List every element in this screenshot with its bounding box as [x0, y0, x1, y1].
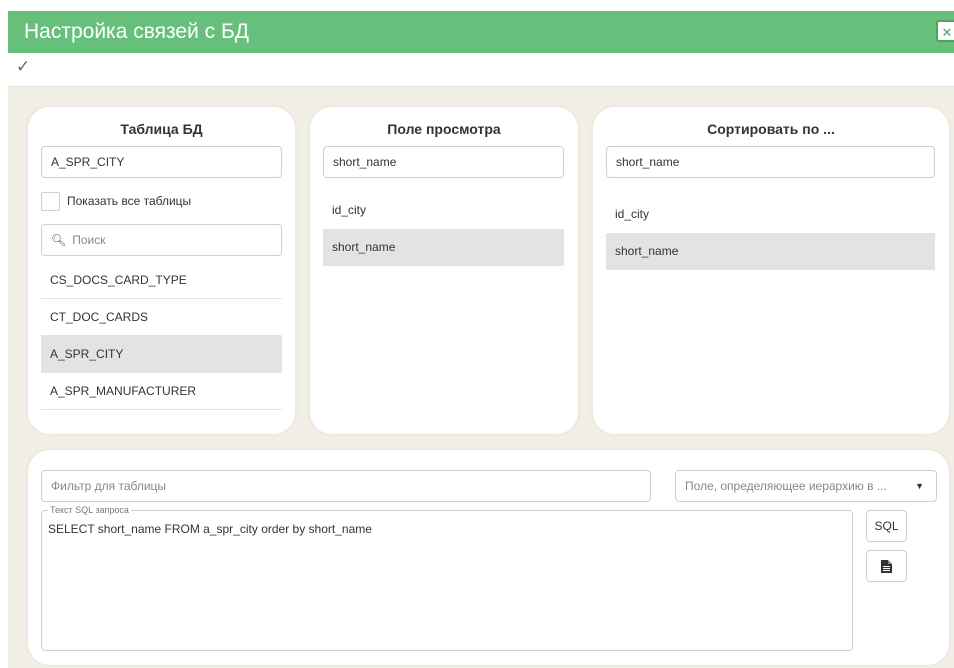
list-item[interactable]: A_SPR_MANUFACTURER — [41, 373, 282, 410]
list-item[interactable]: id_city — [323, 192, 564, 229]
tables-panel-title: Таблица БД — [120, 121, 203, 137]
hierarchy-field-select[interactable]: Поле, определяющее иерархию в ... ▼ — [675, 470, 937, 502]
list-item-label: A_SPR_MANUFACTURER — [50, 384, 197, 398]
view-field-panel: Поле просмотра short_name id_city short_… — [310, 107, 578, 434]
sort-field-input[interactable]: short_name — [606, 146, 935, 178]
show-all-tables-label: Показать все таблицы — [67, 194, 192, 208]
list-item-label: id_city — [615, 207, 650, 221]
show-all-tables-checkbox[interactable] — [41, 192, 60, 211]
search-icon: 🔍︎ — [51, 233, 67, 247]
excel-export-icon[interactable]: ✕ — [936, 20, 954, 42]
sql-query-text: SELECT short_name FROM a_spr_city order … — [48, 522, 372, 536]
list-item-label: short_name — [615, 244, 679, 258]
list-item-label: id_city — [332, 203, 367, 217]
list-item[interactable]: CT_DOC_CARDS — [41, 299, 282, 336]
list-item[interactable]: short_name — [606, 233, 935, 270]
check-icon[interactable]: ✓ — [16, 57, 30, 77]
view-field-panel-title: Поле просмотра — [387, 121, 501, 137]
window-titlebar: Настройка связей с БД ✕ — [8, 11, 954, 53]
query-panel: Фильтр для таблицы Поле, определяющее ие… — [28, 450, 949, 665]
work-area: Таблица БД A_SPR_CITY Показать все табли… — [8, 87, 954, 668]
selected-table-field[interactable]: A_SPR_CITY — [41, 146, 282, 178]
window-title: Настройка связей с БД — [24, 20, 249, 43]
list-item[interactable]: CS_DOCS_CARD_TYPE — [41, 262, 282, 299]
list-item[interactable]: A_SPR_CITY — [41, 336, 282, 373]
dropdown-arrow-icon: ▼ — [915, 481, 924, 491]
view-field-input[interactable]: short_name — [323, 146, 564, 178]
sql-query-legend: Текст SQL запроса — [48, 505, 131, 515]
sql-button[interactable]: SQL — [866, 510, 907, 542]
list-item-label: CT_DOC_CARDS — [50, 310, 149, 324]
list-item-label: A_SPR_CITY — [50, 347, 124, 361]
sort-panel: Сортировать по ... short_name id_city sh… — [593, 107, 949, 434]
document-icon — [881, 560, 892, 574]
document-button[interactable] — [866, 550, 907, 582]
hierarchy-field-placeholder: Поле, определяющее иерархию в ... — [685, 479, 887, 493]
search-placeholder: Поиск — [72, 233, 106, 247]
sort-panel-title: Сортировать по ... — [707, 121, 835, 137]
toolbar: ✓ — [8, 53, 954, 87]
sql-query-textarea[interactable]: Текст SQL запроса SELECT short_name FROM… — [41, 505, 853, 651]
table-filter-input[interactable]: Фильтр для таблицы — [41, 470, 651, 502]
tables-panel: Таблица БД A_SPR_CITY Показать все табли… — [28, 107, 295, 434]
table-search-input[interactable]: 🔍︎ Поиск — [41, 224, 282, 256]
list-item[interactable]: id_city — [606, 196, 935, 233]
list-item[interactable]: short_name — [323, 229, 564, 266]
list-item-label: CS_DOCS_CARD_TYPE — [50, 273, 187, 287]
list-item-label: short_name — [332, 240, 396, 254]
